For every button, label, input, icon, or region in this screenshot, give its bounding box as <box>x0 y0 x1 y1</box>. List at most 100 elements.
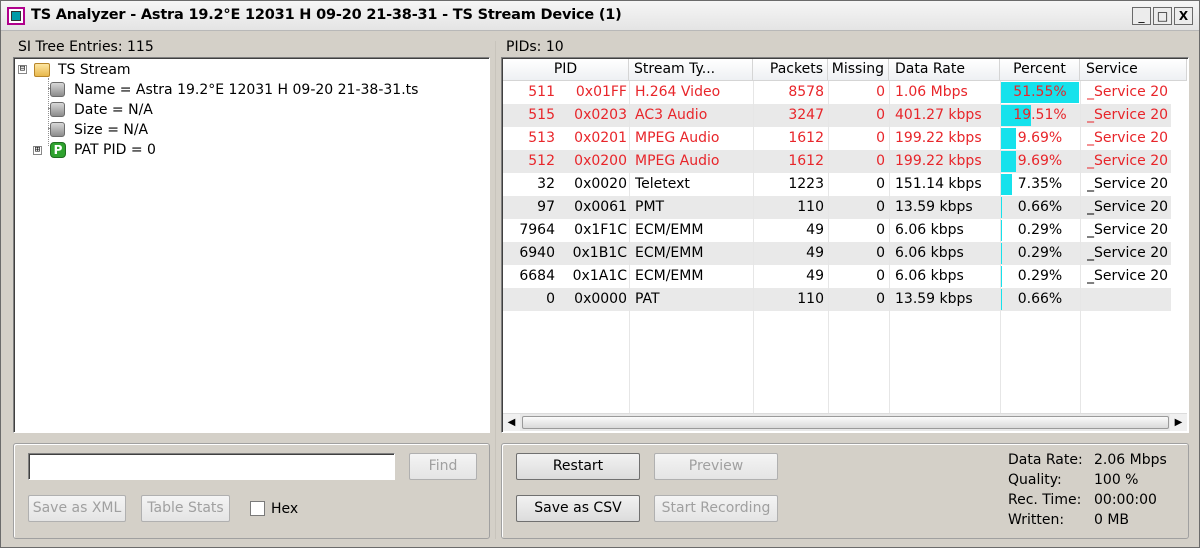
cell-data-rate: 6.06 kbps <box>895 222 964 238</box>
tree-node-date[interactable]: Date = N/A <box>18 101 478 121</box>
cell-pid-hex: 0x1B1C <box>572 245 627 261</box>
cell-missing: 0 <box>876 84 885 100</box>
cell-service[interactable]: _Service 20 <box>1087 173 1185 196</box>
table-row[interactable]: 513 0x0201 MPEG Audio 1612 0 199.22 kbps 9.69%… <box>503 127 1171 150</box>
table-row[interactable]: 6940 0x1B1C ECM/EMM 49 0 6.06 kbps 0.29% _Servi… <box>503 242 1171 265</box>
scroll-right-icon[interactable]: ▶ <box>1170 414 1187 431</box>
folder-icon <box>34 63 50 77</box>
table-row[interactable]: 32 0x0020 Teletext 1223 0 151.14 kbps 7.35% _Se… <box>503 173 1171 196</box>
cell-pid: 7964 <box>519 222 555 238</box>
cell-percent: 9.69% <box>1000 127 1080 150</box>
cell-stream-type: Teletext <box>635 176 690 192</box>
cell-percent: 7.35% <box>1000 173 1080 196</box>
column-header-packets[interactable]: Packets <box>753 59 828 81</box>
table-row[interactable]: 511 0x01FF H.264 Video 8578 0 1.06 Mbps 51.55%… <box>503 81 1171 104</box>
column-header-stream-type[interactable]: Stream Ty... ▽ <box>629 59 753 81</box>
column-header-pid[interactable]: PID <box>503 59 629 81</box>
cell-stream-type: ECM/EMM <box>635 222 704 238</box>
cell-data-rate: 6.06 kbps <box>895 245 964 261</box>
table-row[interactable]: 6684 0x1A1C ECM/EMM 49 0 6.06 kbps 0.29% _Servi… <box>503 265 1171 288</box>
stat-quality-label: Quality: <box>1008 472 1062 488</box>
expand-toggle-icon[interactable]: ⊞ <box>33 146 42 155</box>
cell-data-rate: 151.14 kbps <box>895 176 982 192</box>
percent-text: 9.69% <box>1017 153 1063 169</box>
cell-missing: 0 <box>876 268 885 284</box>
cell-packets: 110 <box>797 199 824 215</box>
cell-service[interactable]: _Service 20 <box>1087 150 1185 173</box>
cell-service[interactable]: _Service 20 <box>1087 104 1185 127</box>
cell-service[interactable]: _Service 20 <box>1087 127 1185 150</box>
cell-stream-type: PMT <box>635 199 665 215</box>
minimize-button[interactable]: _ <box>1132 7 1151 25</box>
cell-data-rate: 401.27 kbps <box>895 107 982 123</box>
cell-pid-hex: 0x0203 <box>574 107 627 123</box>
column-header-percent[interactable]: Percent <box>1000 59 1080 81</box>
column-header-data-rate[interactable]: Data Rate <box>889 59 1000 81</box>
window-title: TS Analyzer - Astra 19.2°E 12031 H 09-20… <box>31 7 622 23</box>
close-button[interactable]: X <box>1174 7 1193 25</box>
cell-service[interactable]: _Service 20 <box>1087 81 1185 104</box>
cell-stream-type: AC3 Audio <box>635 107 708 123</box>
scroll-left-icon[interactable]: ◀ <box>503 414 520 431</box>
column-header-missing[interactable]: Missing <box>828 59 889 81</box>
collapse-toggle-icon[interactable]: ⊟ <box>18 65 27 74</box>
cell-missing: 0 <box>876 222 885 238</box>
percent-text: 9.69% <box>1017 130 1063 146</box>
tree-node-ts-stream[interactable]: ⊟ TS Stream <box>18 61 478 81</box>
cell-pid-hex: 0x0200 <box>574 153 627 169</box>
cell-service[interactable]: _Service 20 <box>1087 242 1185 265</box>
cell-percent: 51.55% <box>1000 81 1080 104</box>
cell-packets: 8578 <box>788 84 824 100</box>
save-as-xml-button[interactable]: Save as XML <box>28 495 126 522</box>
column-header-service[interactable]: Service <box>1080 59 1187 81</box>
title-bar[interactable]: TS Analyzer - Astra 19.2°E 12031 H 09-20… <box>1 1 1199 31</box>
app-icon <box>7 7 25 25</box>
table-row[interactable]: 97 0x0061 PMT 110 0 13.59 kbps 0.66% _Service 2… <box>503 196 1171 219</box>
cell-stream-type: PAT <box>635 291 660 307</box>
stat-rec-time-label: Rec. Time: <box>1008 492 1082 508</box>
hex-checkbox[interactable] <box>250 501 265 516</box>
table-row[interactable]: 0 0x0000 PAT 110 0 13.59 kbps 0.66% <box>503 288 1171 311</box>
cell-pid-hex: 0x1A1C <box>572 268 627 284</box>
cell-pid-hex: 0x0020 <box>574 176 627 192</box>
cell-stream-type: H.264 Video <box>635 84 721 100</box>
cell-missing: 0 <box>876 130 885 146</box>
tree-node-name[interactable]: Name = Astra 19.2°E 12031 H 09-20 21-38-… <box>18 81 478 101</box>
percent-text: 19.51% <box>1013 107 1067 123</box>
si-tree[interactable]: ⊟ TS Stream Name = Astra 19.2°E 12031 H … <box>13 57 490 433</box>
restart-button[interactable]: Restart <box>516 453 640 480</box>
find-button[interactable]: Find <box>409 453 477 480</box>
tree-node-label: Size = N/A <box>74 122 149 138</box>
cell-stream-type: ECM/EMM <box>635 268 704 284</box>
cell-stream-type: MPEG Audio <box>635 130 720 146</box>
table-row[interactable]: 515 0x0203 AC3 Audio 3247 0 401.27 kbps 19.51%… <box>503 104 1171 127</box>
cell-pid-hex: 0x01FF <box>575 84 627 100</box>
maximize-button[interactable]: □ <box>1153 7 1172 25</box>
cell-service[interactable]: _Service 20 <box>1087 265 1185 288</box>
table-row[interactable]: 512 0x0200 MPEG Audio 1612 0 199.22 kbps 9.69%… <box>503 150 1171 173</box>
cell-pid-hex: 0x0201 <box>574 130 627 146</box>
tree-node-size[interactable]: Size = N/A <box>18 121 478 141</box>
cell-pid: 32 <box>537 176 555 192</box>
pids-header: PIDs: 10 <box>506 39 564 55</box>
scrollbar-thumb[interactable] <box>522 416 1169 429</box>
cell-service[interactable]: _Service 20 <box>1087 196 1185 219</box>
cell-packets: 49 <box>806 222 824 238</box>
cell-service[interactable]: _Service 20 <box>1087 219 1185 242</box>
table-row[interactable]: 7964 0x1F1C ECM/EMM 49 0 6.06 kbps 0.29% _Servi… <box>503 219 1171 242</box>
panel-splitter[interactable] <box>495 41 496 539</box>
search-input[interactable] <box>28 453 395 480</box>
percent-text: 0.66% <box>1017 291 1063 307</box>
cell-missing: 0 <box>876 291 885 307</box>
tree-node-pat-pid[interactable]: ⊞ P PAT PID = 0 <box>18 141 478 161</box>
pid-table[interactable]: PID Stream Ty... ▽ Packets Missing Data … <box>501 57 1189 433</box>
save-as-csv-button[interactable]: Save as CSV <box>516 495 640 522</box>
cell-percent: 19.51% <box>1000 104 1080 127</box>
cell-packets: 1612 <box>788 130 824 146</box>
table-stats-button[interactable]: Table Stats <box>141 495 230 522</box>
start-recording-button[interactable]: Start Recording <box>654 495 778 522</box>
preview-button[interactable]: Preview <box>654 453 778 480</box>
cell-service[interactable] <box>1087 288 1185 311</box>
horizontal-scrollbar[interactable]: ◀ ▶ <box>503 413 1187 431</box>
cell-data-rate: 13.59 kbps <box>895 199 973 215</box>
